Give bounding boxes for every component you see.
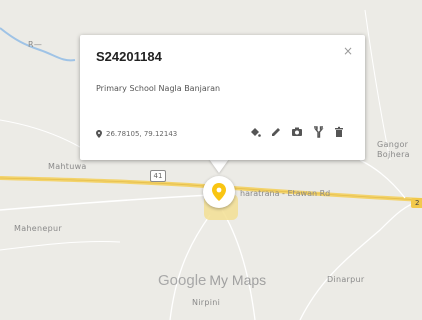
place-label-bojhera: Bojhera (377, 150, 410, 159)
place-label-dinarpur: Dinarpur (327, 275, 365, 284)
road-label: haratrana - Etawan Rd (240, 189, 331, 198)
close-icon[interactable]: × (343, 44, 353, 58)
place-label-mahtuwa: Mahtuwa (48, 162, 87, 171)
map-pin-icon (212, 183, 226, 201)
info-popup: S24201184 × Primary School Nagla Banjara… (80, 35, 365, 160)
my-maps-label: My Maps (209, 272, 267, 288)
google-logo: Google (158, 272, 207, 289)
map-canvas[interactable]: R— Mahtuwa Mahenepur Gangor Bojhera Dina… (0, 0, 422, 320)
highway-shield-edge: 2 (411, 198, 422, 208)
place-label-gangor: Gangor (377, 140, 409, 149)
google-my-maps-watermark: Google My Maps (158, 272, 266, 289)
place-label-river: R— (28, 40, 43, 49)
coordinates-text: 26.78105, 79.12143 (106, 130, 178, 138)
camera-icon[interactable] (291, 126, 303, 138)
popup-description: Primary School Nagla Banjaran (96, 84, 221, 93)
popup-toolbar (249, 126, 345, 138)
edit-icon[interactable] (270, 126, 282, 138)
delete-icon[interactable] (333, 126, 345, 138)
location-pin-icon (96, 130, 102, 138)
popup-coordinates: 26.78105, 79.12143 (96, 130, 177, 138)
location-marker[interactable] (203, 176, 235, 208)
place-label-nirpini: Nirpini (192, 298, 221, 307)
highway-shield: 41 (150, 170, 166, 182)
popup-tail (209, 159, 229, 173)
place-label-mahenepur: Mahenepur (14, 224, 62, 233)
style-icon[interactable] (249, 126, 261, 138)
popup-title: S24201184 (96, 49, 162, 64)
directions-icon[interactable] (312, 126, 324, 138)
